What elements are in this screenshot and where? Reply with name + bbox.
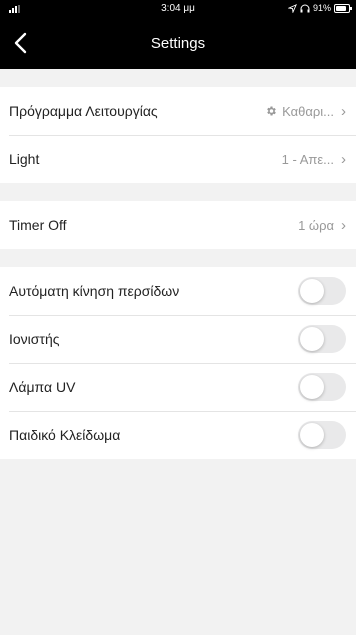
chevron-right-icon: › xyxy=(341,216,346,234)
setting-label: Light xyxy=(9,151,40,167)
battery-icon xyxy=(334,3,352,13)
setting-label: Αυτόματη κίνηση περσίδων xyxy=(9,283,180,299)
setting-row-timer-off[interactable]: Timer Off 1 ώρα › xyxy=(0,201,356,249)
chevron-left-icon xyxy=(14,32,27,54)
setting-row-program[interactable]: Πρόγραμμα Λειτουργίας Καθαρι... › xyxy=(0,87,356,135)
toggle-knob xyxy=(300,279,324,303)
setting-label: Παιδικό Κλείδωμα xyxy=(9,427,121,443)
app-header: 3:04 μμ 91% Settings xyxy=(0,0,356,69)
headphones-icon xyxy=(300,4,310,12)
settings-group-toggles: Αυτόματη κίνηση περσίδων Ιονιστής Λάμπα … xyxy=(0,267,356,459)
back-button[interactable] xyxy=(10,30,34,56)
setting-row-auto-louvers: Αυτόματη κίνηση περσίδων xyxy=(0,267,356,315)
setting-value: Καθαρι... › xyxy=(265,103,346,120)
child-lock-toggle[interactable] xyxy=(298,421,346,449)
settings-group-timer: Timer Off 1 ώρα › xyxy=(0,201,356,249)
settings-group-program: Πρόγραμμα Λειτουργίας Καθαρι... › Light … xyxy=(0,87,356,183)
setting-row-child-lock: Παιδικό Κλείδωμα xyxy=(0,411,356,459)
gear-icon xyxy=(267,106,276,116)
setting-label: Πρόγραμμα Λειτουργίας xyxy=(9,103,158,119)
chevron-right-icon: › xyxy=(341,150,346,168)
page-title: Settings xyxy=(150,34,206,52)
toggle-knob xyxy=(300,423,324,447)
setting-label: Ιονιστής xyxy=(9,331,60,347)
location-icon xyxy=(287,3,297,13)
toggle-knob xyxy=(300,327,324,351)
setting-label: Λάμπα UV xyxy=(9,379,76,395)
setting-value: 1 - Απε... › xyxy=(282,151,346,168)
status-right: 91% xyxy=(287,3,352,13)
status-bar: 3:04 μμ 91% xyxy=(0,0,356,18)
setting-value-text: 1 - Απε... xyxy=(281,151,334,167)
battery-percentage: 91% xyxy=(312,3,331,13)
ionizer-toggle[interactable] xyxy=(298,325,346,353)
setting-value: 1 ώρα › xyxy=(298,217,346,234)
setting-row-uv-lamp: Λάμπα UV xyxy=(0,363,356,411)
setting-row-ionizer: Ιονιστής xyxy=(0,315,356,363)
navigation-bar: Settings xyxy=(0,26,356,60)
setting-label: Timer Off xyxy=(9,217,67,233)
uv-lamp-toggle[interactable] xyxy=(298,373,346,401)
chevron-right-icon: › xyxy=(341,102,346,120)
toggle-knob xyxy=(300,375,324,399)
setting-row-light[interactable]: Light 1 - Απε... › xyxy=(0,135,356,183)
setting-value-text: Καθαρι... xyxy=(282,103,334,119)
auto-louvers-toggle[interactable] xyxy=(298,277,346,305)
setting-value-text: 1 ώρα xyxy=(298,217,334,233)
